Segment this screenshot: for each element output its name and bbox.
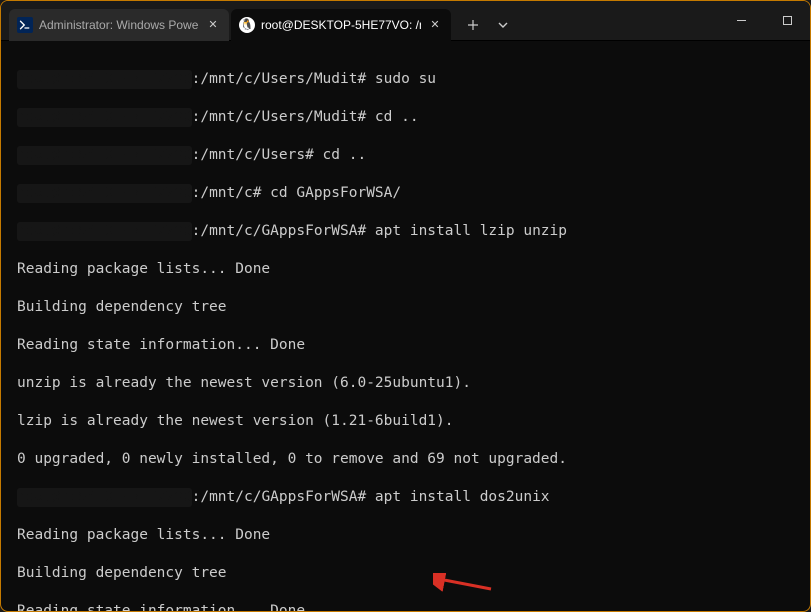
- prompt-line: :/mnt/c/Users/Mudit# sudo su: [192, 71, 436, 87]
- tabs-container: Administrator: Windows PowerS ✕ 🐧 root@D…: [1, 1, 517, 41]
- tab-powershell[interactable]: Administrator: Windows PowerS ✕: [9, 9, 229, 41]
- hostname-redacted: root@DESKTOP-5HE77VO: [17, 184, 192, 203]
- tab-label: Administrator: Windows PowerS: [39, 18, 199, 32]
- output-line: Reading state information... Done: [17, 602, 794, 611]
- output-line: Building dependency tree: [17, 564, 794, 583]
- output-line: 0 upgraded, 0 newly installed, 0 to remo…: [17, 450, 794, 469]
- prompt-line: :/mnt/c# cd GAppsForWSA/: [192, 185, 402, 201]
- prompt-line: :/mnt/c/Users# cd ..: [192, 147, 367, 163]
- terminal-window: Administrator: Windows PowerS ✕ 🐧 root@D…: [0, 0, 811, 612]
- output-line: Reading package lists... Done: [17, 260, 794, 279]
- tab-linux[interactable]: 🐧 root@DESKTOP-5HE77VO: /mn ✕: [231, 9, 451, 41]
- new-tab-button[interactable]: [457, 9, 489, 41]
- window-controls: [718, 1, 810, 41]
- output-line: Building dependency tree: [17, 298, 794, 317]
- output-line: Reading state information... Done: [17, 336, 794, 355]
- titlebar: Administrator: Windows PowerS ✕ 🐧 root@D…: [1, 1, 810, 41]
- prompt-line: :/mnt/c/GAppsForWSA# apt install lzip un…: [192, 223, 567, 239]
- hostname-redacted: root@DESKTOP-5HE77VO: [17, 108, 192, 127]
- hostname-redacted: root@DESKTOP-5HE77VO: [17, 222, 192, 241]
- output-line: Reading package lists... Done: [17, 526, 794, 545]
- linux-icon: 🐧: [239, 17, 255, 33]
- tab-label: root@DESKTOP-5HE77VO: /mn: [261, 18, 421, 32]
- output-line: lzip is already the newest version (1.21…: [17, 412, 794, 431]
- hostname-redacted: root@DESKTOP-5HE77VO: [17, 70, 192, 89]
- prompt-line: :/mnt/c/Users/Mudit# cd ..: [192, 109, 419, 125]
- close-icon[interactable]: ✕: [427, 17, 443, 33]
- close-icon[interactable]: ✕: [205, 17, 221, 33]
- prompt-line: :/mnt/c/GAppsForWSA# apt install dos2uni…: [192, 489, 550, 505]
- maximize-button[interactable]: [764, 1, 810, 41]
- hostname-redacted: root@DESKTOP-5HE77VO: [17, 488, 192, 507]
- tabs-dropdown[interactable]: [489, 9, 517, 41]
- output-line: unzip is already the newest version (6.0…: [17, 374, 794, 393]
- hostname-redacted: root@DESKTOP-5HE77VO: [17, 146, 192, 165]
- powershell-icon: [17, 17, 33, 33]
- terminal-output[interactable]: root@DESKTOP-5HE77VO:/mnt/c/Users/Mudit#…: [1, 41, 810, 611]
- minimize-button[interactable]: [718, 1, 764, 41]
